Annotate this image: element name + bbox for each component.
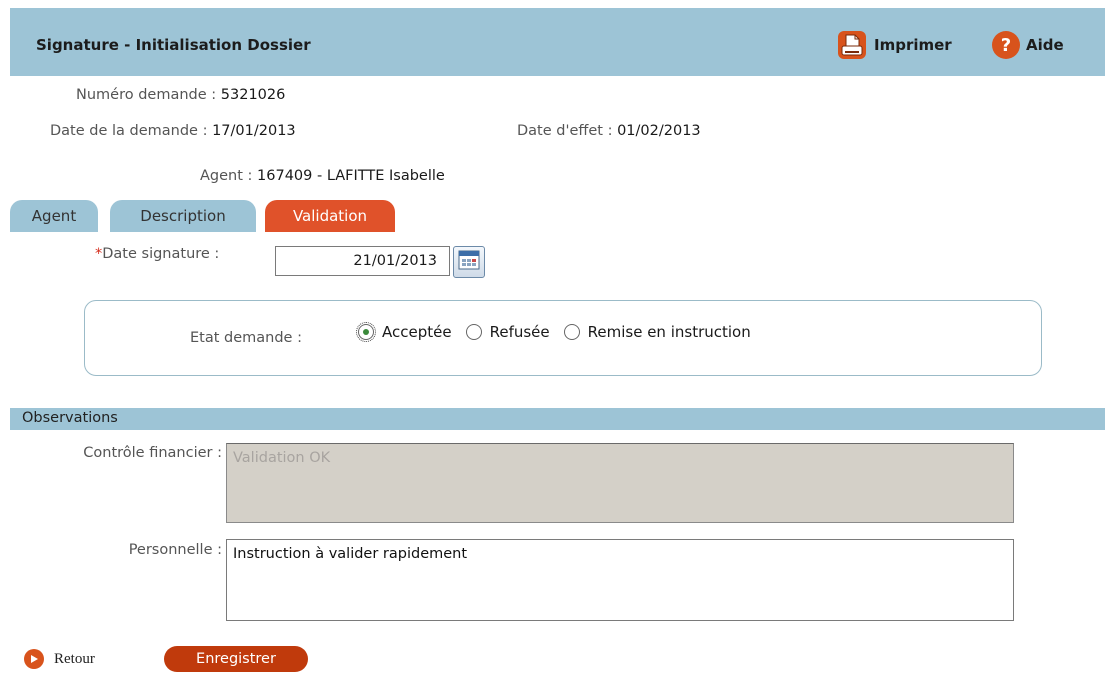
- radio-acceptee-label[interactable]: Acceptée: [382, 323, 452, 341]
- retour-link[interactable]: Retour: [24, 648, 95, 670]
- radio-refusee[interactable]: [465, 324, 482, 340]
- personnelle-textarea[interactable]: Instruction à valider rapidement: [226, 539, 1014, 621]
- page-title: Signature - Initialisation Dossier: [36, 36, 311, 54]
- date-demande-label: Date de la demande :: [50, 123, 208, 139]
- tab-validation[interactable]: Validation: [265, 200, 395, 232]
- observations-title: Observations: [22, 410, 118, 426]
- help-button[interactable]: ? Aide: [992, 28, 1064, 62]
- etat-demande-label: Etat demande :: [190, 330, 302, 346]
- numero-demande-row: Numéro demande : 5321026: [76, 87, 285, 107]
- retour-label: Retour: [54, 650, 95, 667]
- save-button[interactable]: Enregistrer: [164, 646, 308, 672]
- radio-refusee-label[interactable]: Refusée: [490, 323, 550, 341]
- personnelle-label: Personnelle :: [128, 542, 222, 558]
- date-signature-label: *Date signature :: [95, 246, 219, 262]
- radio-remise-en-instruction[interactable]: [563, 324, 580, 340]
- help-icon: ?: [992, 31, 1020, 59]
- page-header: Signature - Initialisation Dossier Impri…: [10, 8, 1105, 76]
- etat-demande-radio-group: Acceptée Refusée Remise en instruction: [356, 320, 765, 344]
- date-signature-label-text: Date signature :: [102, 246, 220, 262]
- radio-acceptee[interactable]: [356, 322, 376, 342]
- controle-financier-textarea: Validation OK: [226, 443, 1014, 523]
- tab-agent[interactable]: Agent: [10, 200, 98, 232]
- controle-financier-label: Contrôle financier :: [83, 445, 222, 461]
- date-signature-input[interactable]: [275, 246, 450, 276]
- radio-remise-en-instruction-label[interactable]: Remise en instruction: [588, 323, 751, 341]
- play-icon: [24, 649, 44, 669]
- agent-value: 167409 - LAFITTE Isabelle: [257, 168, 445, 184]
- print-button[interactable]: Imprimer: [836, 28, 952, 62]
- tab-description[interactable]: Description: [110, 200, 256, 232]
- date-effet-label: Date d'effet :: [517, 123, 613, 139]
- numero-demande-value: 5321026: [220, 87, 286, 103]
- date-effet-value: 01/02/2013: [617, 123, 701, 139]
- printer-icon: [836, 29, 868, 61]
- date-effet-row: Date d'effet : 01/02/2013: [517, 123, 701, 143]
- help-label: Aide: [1026, 36, 1064, 54]
- print-label: Imprimer: [874, 36, 952, 54]
- calendar-icon: [458, 250, 480, 274]
- calendar-button[interactable]: [453, 246, 485, 278]
- agent-row: Agent : 167409 - LAFITTE Isabelle: [200, 168, 445, 188]
- numero-demande-label: Numéro demande :: [76, 87, 217, 103]
- agent-label: Agent :: [200, 168, 253, 184]
- date-demande-row: Date de la demande : 17/01/2013: [50, 123, 296, 143]
- date-demande-value: 17/01/2013: [212, 123, 296, 139]
- observations-header: Observations: [10, 408, 1105, 430]
